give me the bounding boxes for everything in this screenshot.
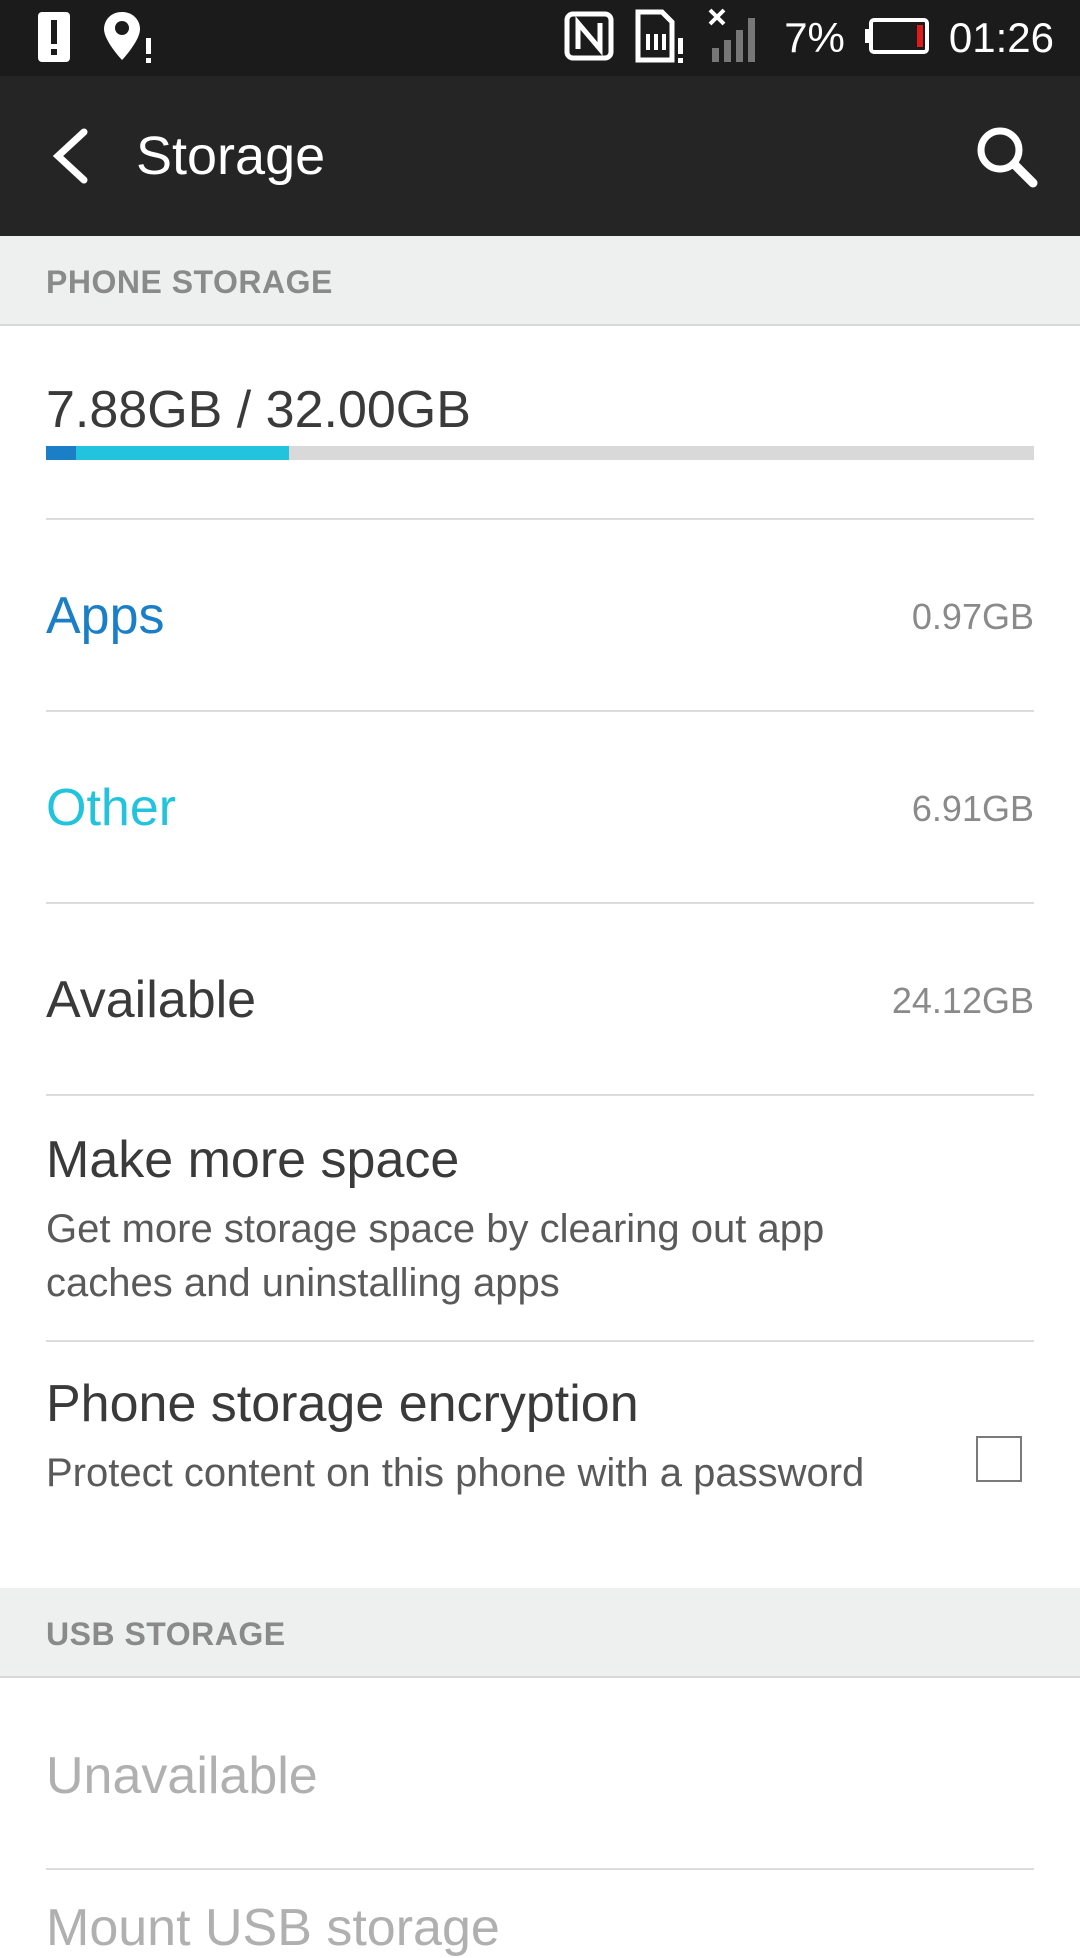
location-alert-icon (102, 8, 158, 69)
storage-row-apps-label[interactable]: Apps (46, 586, 165, 646)
storage-row-apps-value: 0.97GB (911, 596, 1034, 637)
mount-usb-storage-item[interactable]: Mount USB storage (46, 1898, 500, 1958)
section-header-label: USB STORAGE (46, 1616, 286, 1652)
storage-usage-bar (46, 446, 1034, 460)
search-icon (977, 127, 1038, 188)
storage-row-other-value: 6.91GB (911, 788, 1034, 829)
storage-row-other-label[interactable]: Other (46, 778, 176, 838)
usb-storage-status: Unavailable (46, 1747, 318, 1805)
back-button[interactable] (40, 122, 100, 190)
signal-off-icon (706, 8, 766, 69)
encryption-title[interactable]: Phone storage encryption (46, 1374, 639, 1434)
divider (46, 902, 1034, 904)
clock: 01:26 (948, 14, 1054, 61)
battery-low-icon (863, 16, 931, 61)
section-header-usb-storage: USB STORAGE (0, 1588, 1080, 1678)
search-button[interactable] (970, 120, 1042, 192)
storage-usage-summary: 7.88GB / 32.00GB (46, 381, 471, 439)
storage-row-available-label: Available (46, 971, 257, 1029)
divider (46, 518, 1034, 520)
encryption-checkbox[interactable] (976, 1436, 1022, 1482)
alert-icon (34, 8, 74, 69)
section-header-phone-storage: PHONE STORAGE (0, 236, 1080, 326)
divider (46, 1340, 1034, 1342)
encryption-subtitle: Protect content on this phone with a pas… (46, 1451, 865, 1495)
back-arrow-icon (52, 128, 88, 184)
storage-row-available-value: 24.12GB (891, 980, 1034, 1021)
sim-alert-icon (632, 8, 688, 69)
battery-percent: 7% (784, 14, 845, 61)
storage-bar-apps-segment (46, 446, 76, 460)
divider (46, 1868, 1034, 1870)
divider (46, 710, 1034, 712)
page-title: Storage (136, 126, 326, 186)
nfc-icon (564, 11, 614, 66)
section-header-label: PHONE STORAGE (46, 264, 333, 300)
make-more-space-subtitle: Get more storage space by clearing out a… (46, 1207, 825, 1305)
make-more-space-title[interactable]: Make more space (46, 1130, 459, 1190)
app-bar: Storage (0, 76, 1080, 236)
storage-bar-other-segment (75, 446, 290, 460)
status-bar: 7% 01:26 (0, 0, 1080, 76)
divider (46, 1094, 1034, 1096)
